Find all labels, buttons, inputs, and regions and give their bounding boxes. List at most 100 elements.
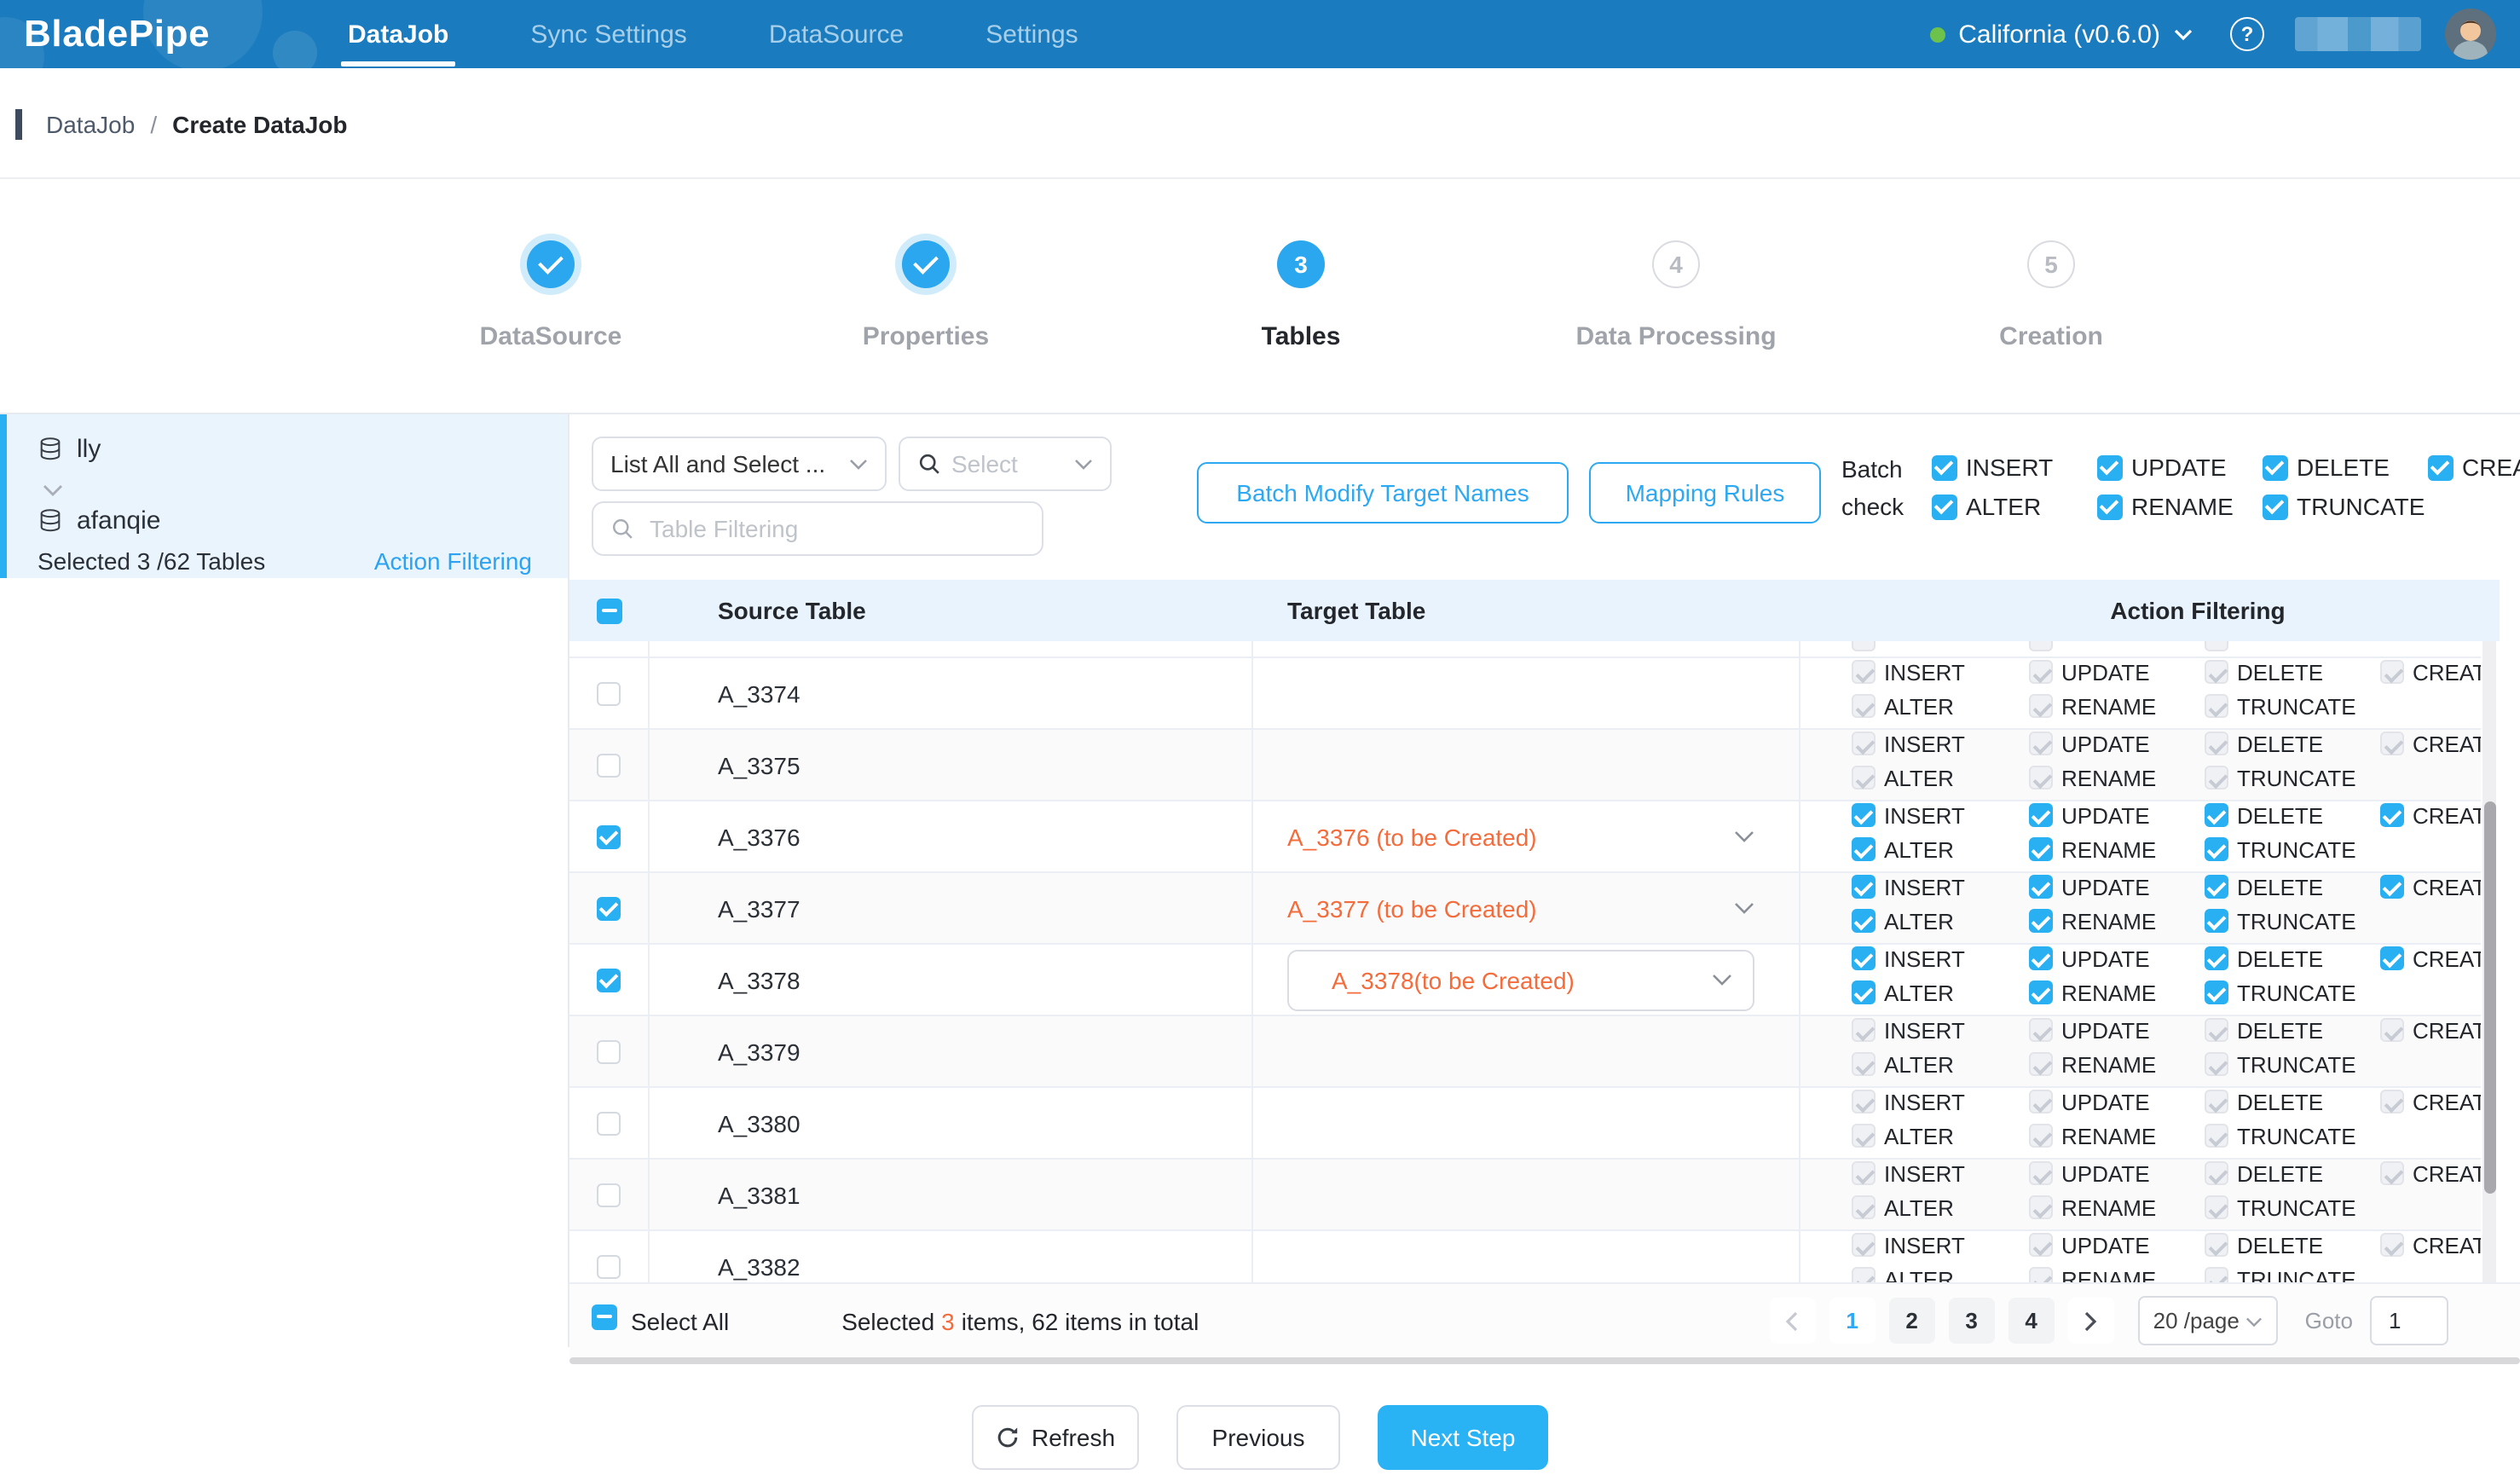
nav-item-datasource[interactable]: DataSource (755, 0, 917, 68)
vertical-scrollbar-thumb[interactable] (2483, 801, 2495, 1194)
checkbox[interactable] (1932, 454, 1957, 480)
chevron-down-icon[interactable] (2174, 28, 2193, 40)
checkbox[interactable] (2380, 946, 2404, 970)
action-option-label: UPDATE (2061, 1232, 2150, 1258)
target-table-cell (1253, 1231, 1800, 1282)
region-version-label[interactable]: California (v0.6.0) (1958, 20, 2160, 49)
stepper-step-1[interactable]: 1DataSource (431, 240, 670, 351)
stepper-step-5[interactable]: 5Creation (1932, 240, 2170, 351)
previous-button[interactable]: Previous (1176, 1405, 1340, 1470)
stepper-step-4[interactable]: 4Data Processing (1557, 240, 1795, 351)
checkbox[interactable] (1852, 909, 1876, 933)
checkbox[interactable] (1852, 837, 1876, 861)
checkbox[interactable] (2205, 946, 2228, 970)
checkbox[interactable] (2205, 803, 2228, 827)
step-circle: 5 (2027, 240, 2075, 288)
action-option-insert: INSERT (1852, 802, 2029, 828)
nav-item-sync-settings[interactable]: Sync Settings (517, 0, 700, 68)
checkbox[interactable] (1852, 875, 1876, 899)
checkbox[interactable] (2029, 909, 2053, 933)
checkbox[interactable] (2263, 494, 2288, 519)
checkbox[interactable] (597, 1254, 621, 1278)
checkbox[interactable] (597, 1183, 621, 1206)
checkbox[interactable] (2029, 980, 2053, 1004)
refresh-button[interactable]: Refresh (972, 1405, 1139, 1470)
checkbox[interactable] (597, 824, 621, 848)
checkbox[interactable] (2097, 494, 2123, 519)
checkbox[interactable] (1852, 803, 1876, 827)
checkbox[interactable] (2205, 909, 2228, 933)
page-size-select[interactable]: 20 /page (2138, 1296, 2278, 1345)
table-picker-select[interactable]: Select (899, 437, 1112, 491)
action-option-create: CREATE (2380, 1017, 2481, 1043)
checkbox (2029, 1090, 2053, 1113)
checkbox (2380, 1018, 2404, 1042)
avatar[interactable] (2445, 9, 2496, 60)
checkbox[interactable] (2097, 454, 2123, 480)
action-option-create: CREATE (2380, 874, 2481, 899)
checkbox[interactable] (597, 681, 621, 705)
stepper-step-2[interactable]: 2Properties (806, 240, 1045, 351)
target-endpoint[interactable]: afanqie (38, 506, 160, 535)
checkbox[interactable] (2205, 980, 2228, 1004)
action-option-label: TRUNCATE (2237, 980, 2356, 1005)
action-option-label: CREATE (2413, 802, 2481, 828)
checkbox[interactable] (2380, 875, 2404, 899)
list-mode-select[interactable]: List All and Select ... (592, 437, 887, 491)
checkbox[interactable] (1852, 946, 1876, 970)
checkbox[interactable] (2205, 837, 2228, 861)
indeterminate-checkbox[interactable] (597, 598, 622, 623)
checkbox[interactable] (1852, 980, 1876, 1004)
action-filter-options: INSERTUPDATEDELETECREATEALTERRENAMETRUNC… (1852, 874, 2481, 942)
table-filter-input[interactable] (646, 513, 1025, 544)
next-step-button[interactable]: Next Step (1378, 1405, 1548, 1470)
action-option-update: UPDATE (2029, 1089, 2205, 1114)
checkbox[interactable] (2029, 875, 2053, 899)
pagination-page-3[interactable]: 3 (1949, 1298, 1995, 1344)
checkbox[interactable] (597, 753, 621, 777)
chevron-down-icon[interactable] (1734, 821, 1754, 852)
checkbox[interactable] (2205, 875, 2228, 899)
checkbox[interactable] (597, 896, 621, 920)
checkbox[interactable] (2029, 837, 2053, 861)
pagination-page-4[interactable]: 4 (2008, 1298, 2055, 1344)
nav-menu: DataJob Sync Settings DataSource Settings (334, 0, 1147, 68)
checkbox[interactable] (597, 968, 621, 992)
pagination-prev-button[interactable] (1770, 1298, 1816, 1344)
stepper-step-3[interactable]: 3Tables (1182, 240, 1420, 351)
pagination-page-1[interactable]: 1 (1829, 1298, 1876, 1344)
pagination-next-button[interactable] (2068, 1298, 2114, 1344)
checkbox (1852, 1018, 1876, 1042)
action-option-label: RENAME (2131, 493, 2234, 520)
action-option-update: UPDATE (2029, 874, 2205, 899)
checkbox[interactable] (2029, 803, 2053, 827)
select-all-checkbox-wrap (592, 1304, 617, 1338)
indeterminate-checkbox[interactable] (592, 1304, 617, 1329)
help-icon[interactable]: ? (2230, 17, 2264, 51)
horizontal-scrollbar[interactable] (569, 1357, 2520, 1364)
checkbox[interactable] (2428, 454, 2454, 480)
batch-modify-target-names-button[interactable]: Batch Modify Target Names (1197, 462, 1569, 523)
source-endpoint[interactable]: lly (38, 435, 101, 464)
checkbox[interactable] (597, 1039, 621, 1063)
checkbox[interactable] (2263, 454, 2288, 480)
breadcrumb-section[interactable]: DataJob (46, 111, 135, 138)
nav-item-datajob[interactable]: DataJob (334, 0, 462, 68)
checkbox[interactable] (2380, 803, 2404, 827)
tree-selected-item[interactable]: lly afanqie Selected 3 /62 Tables Action… (0, 414, 568, 578)
step-label: Data Processing (1557, 322, 1795, 351)
chevron-down-icon (1712, 964, 1732, 995)
goto-page-input[interactable] (2370, 1296, 2448, 1345)
target-table-select[interactable]: A_3378(to be Created) (1287, 949, 1754, 1010)
checkbox[interactable] (597, 1111, 621, 1135)
nav-item-settings[interactable]: Settings (972, 0, 1091, 68)
checkbox[interactable] (2029, 946, 2053, 970)
chevron-down-icon[interactable] (1734, 893, 1754, 923)
checkbox[interactable] (1932, 494, 1957, 519)
checkbox (2205, 1267, 2228, 1282)
pagination-page-2[interactable]: 2 (1889, 1298, 1935, 1344)
mapping-rules-button[interactable]: Mapping Rules (1589, 462, 1821, 523)
action-filtering-link[interactable]: Action Filtering (374, 547, 532, 575)
action-option-label: RENAME (2061, 1194, 2156, 1220)
action-option-create: CREATE (2380, 659, 2481, 685)
